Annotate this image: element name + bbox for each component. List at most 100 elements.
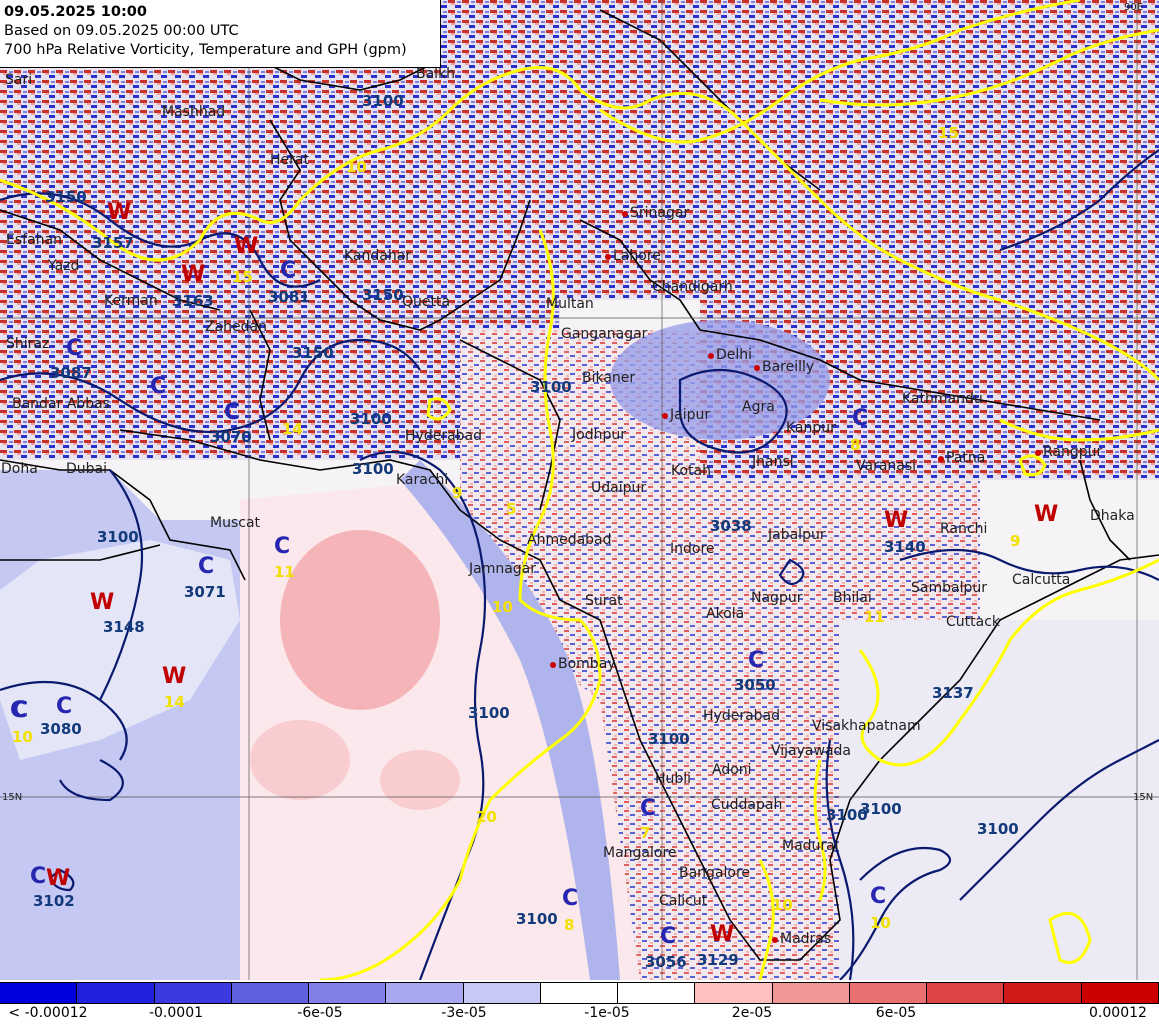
city-label: Cuttack [946, 614, 1001, 630]
cyclone-marker: C [870, 884, 887, 909]
temperature-value-label: 9 [452, 484, 463, 502]
cyclone-marker: C [10, 698, 27, 723]
gph-value-label: 3100 [648, 730, 690, 748]
gph-value-label: 3100 [362, 92, 404, 110]
city-label: Bandar Abbas [12, 396, 110, 412]
temperature-value-label: 15 [938, 124, 959, 142]
temperature-value-label: 10 [870, 914, 891, 932]
colorbar-segment [695, 983, 773, 1003]
city-label: Calcutta [1012, 572, 1071, 588]
city-label: Kathmandu [902, 391, 983, 407]
cyclone-marker: C [274, 534, 291, 559]
city-label: Madras [780, 931, 832, 947]
temperature-value-label: 14 [164, 693, 185, 711]
city-label: Sambalpur [911, 580, 987, 596]
city-marker [550, 662, 556, 668]
temperature-value-label: 10 [492, 598, 513, 616]
city-label: Doha [1, 461, 38, 477]
city-label: Zahedan [205, 319, 267, 335]
city-label: Shiraz [6, 336, 50, 352]
city-label: Mangalore [603, 845, 677, 861]
pink-blob-2 [250, 720, 350, 800]
warm-marker: W [710, 922, 735, 947]
colorbar-tick-label: 2e-05 [731, 1005, 773, 1021]
warm-marker: W [181, 262, 206, 287]
gph-value-label: 3102 [33, 892, 75, 910]
city-label: Srinagar [630, 205, 690, 221]
gph-value-label: 3129 [697, 951, 739, 969]
gph-value-label: 3100 [826, 806, 868, 824]
city-label: Esfahan [6, 232, 62, 248]
colorbar-tick-label: < -0.00012 [8, 1005, 88, 1021]
city-label: Bangalore [679, 865, 751, 881]
city-label: Bareilly [762, 359, 815, 375]
cyclone-marker: C [280, 258, 297, 283]
map-title: 700 hPa Relative Vorticity, Temperature … [4, 42, 407, 58]
temperature-value-label: 5 [506, 500, 517, 518]
city-marker [1035, 450, 1041, 456]
temperature-value-label: 7 [640, 824, 651, 842]
city-marker [754, 365, 760, 371]
colorbar-tick-label: -0.0001 [148, 1005, 204, 1021]
temperature-value-label: 20 [476, 808, 497, 826]
temperature-value-label: 9 [1010, 532, 1021, 550]
gph-value-label: 3100 [97, 528, 139, 546]
colorbar-tick-label: -1e-05 [584, 1005, 630, 1021]
colorbar-segment [772, 983, 850, 1003]
colorbar-segment [386, 983, 464, 1003]
city-label: Agra [742, 399, 775, 415]
city-label: Adoni [712, 762, 752, 778]
city-label: Ranchi [940, 521, 988, 537]
colorbar-segment [309, 983, 387, 1003]
city-label: Jabalpur [768, 527, 826, 543]
temperature-value-label: 8 [850, 436, 861, 454]
city-marker [605, 254, 611, 260]
city-label: Jodhpur [572, 427, 626, 443]
city-label: Visakhapatnam [812, 718, 921, 734]
city-label: Varanasi [856, 458, 917, 474]
grid-label-90e: 90E [1124, 2, 1144, 13]
city-label: Kerman [104, 293, 158, 309]
warm-marker: W [107, 200, 132, 225]
city-marker [708, 353, 714, 359]
colorbar-segment [618, 983, 696, 1003]
temperature-value-label: 10 [12, 728, 33, 746]
grid-label-15n-right: 15N [1133, 792, 1154, 803]
city-label: Patna [946, 450, 986, 466]
cyclone-marker: C [150, 374, 167, 399]
cyclone-marker: C [198, 554, 215, 579]
gph-value-label: 3140 [884, 538, 926, 556]
pink-blob-3 [380, 750, 460, 810]
city-marker [662, 413, 668, 419]
colorbar-segment [77, 983, 155, 1003]
temperature-value-label: 10 [772, 896, 793, 914]
gph-value-label: 3100 [516, 910, 558, 928]
gph-value-label: 3050 [734, 676, 776, 694]
gph-value-label: 3071 [184, 583, 226, 601]
colorbar-segment [1004, 983, 1082, 1003]
gph-value-label: 3080 [40, 720, 82, 738]
gph-value-label: 3163 [172, 292, 214, 310]
colorbar-labels: < -0.00012 -0.0001 -6e-05 -3e-05 -1e-05 2e-05… [0, 1003, 1159, 1024]
city-marker [938, 456, 944, 462]
grid-label-15n-left: 15N [2, 792, 23, 803]
city-label: Mashhad [162, 104, 226, 120]
colorbar-segment [154, 983, 232, 1003]
city-label: Balkh [416, 66, 456, 82]
run-time: Based on 09.05.2025 00:00 UTC [4, 23, 239, 39]
city-label: Quetta [402, 294, 451, 310]
city-label: Dubai [66, 461, 108, 477]
city-marker [622, 211, 628, 217]
cyclone-marker: C [748, 648, 765, 673]
city-label: Delhi [716, 347, 753, 363]
city-label: Kanpur [786, 420, 836, 436]
city-label: Calicut [659, 893, 708, 909]
gph-value-label: 3150 [362, 286, 404, 304]
city-label: Jaipur [670, 407, 711, 423]
colorbar-segment [849, 983, 928, 1003]
vorticity-colorbar [0, 982, 1159, 1004]
cyclone-marker: C [660, 924, 677, 949]
city-label: Lahore [613, 248, 661, 264]
city-label: Hyderabad [703, 708, 780, 724]
colorbar-segment [0, 983, 78, 1003]
